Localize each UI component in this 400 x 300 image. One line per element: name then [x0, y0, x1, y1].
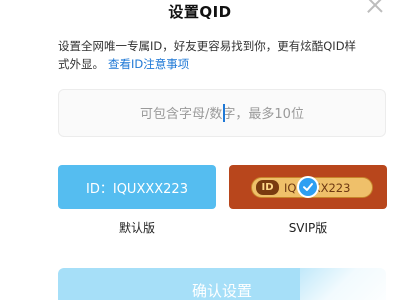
text-caret [223, 104, 225, 122]
description-text: 设置全网唯一专属ID，好友更容易找到你，更有炫酷QID样式外显。 [58, 39, 357, 71]
default-card-text: ID：IQUXXX223 [86, 181, 188, 197]
id-input[interactable]: 可包含字母/数字，最多10位 [58, 89, 386, 137]
confirm-button[interactable]: 确认设置 [58, 268, 386, 300]
style-label-svip: SVIP版 [288, 221, 328, 235]
svip-id-badge: ID [256, 180, 279, 195]
style-option-default[interactable]: ID：IQUXXX223 [58, 165, 216, 209]
dialog-title: 设置QID [168, 3, 232, 21]
close-icon[interactable] [364, 0, 386, 16]
style-label-default: 默认版 [118, 221, 155, 235]
style-option-svip[interactable]: ID IQUXXX223 [229, 165, 387, 209]
id-input-placeholder: 可包含字母/数字，最多10位 [140, 107, 304, 122]
description: 设置全网唯一专属ID，好友更容易找到你，更有炫酷QID样式外显。 查看ID注意事项 [58, 37, 364, 73]
id-notes-link[interactable]: 查看ID注意事项 [108, 57, 189, 71]
selected-check-icon [297, 176, 319, 198]
